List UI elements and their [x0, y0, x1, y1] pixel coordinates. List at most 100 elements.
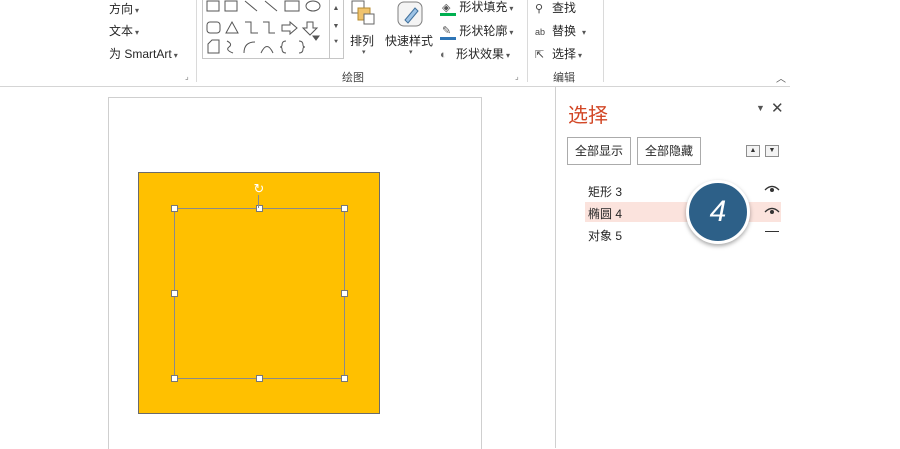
pen-icon: ✎ — [440, 25, 456, 40]
list-item[interactable]: 矩形 3 — [585, 180, 781, 200]
replace-icon: ab — [535, 27, 546, 37]
drawing-group-label: 绘图 — [342, 72, 364, 84]
resize-handle[interactable] — [256, 375, 263, 382]
chevron-down-icon: ▾ — [135, 6, 140, 15]
chevron-down-icon: ▾ — [509, 4, 514, 13]
triangle-down-icon: ▼ — [768, 147, 776, 154]
step-number-badge: 4 — [686, 180, 750, 244]
triangle-shape-icon — [225, 20, 239, 34]
group-separator — [527, 0, 528, 82]
paint-bucket-icon: ◈ — [440, 1, 456, 16]
dialog-launcher-icon[interactable]: ⌟ — [185, 72, 189, 81]
shapes-gallery[interactable] — [202, 0, 330, 59]
arrange-label: 排列 — [350, 34, 375, 48]
scroll-down-icon[interactable]: ▼ — [329, 18, 343, 36]
resize-handle[interactable] — [341, 205, 348, 212]
shape-fill-button[interactable]: ◈ 形状填充 ▾ — [440, 0, 514, 16]
shape-icons — [206, 0, 321, 54]
group-separator — [196, 0, 197, 82]
hidden-dash-icon[interactable] — [765, 231, 779, 232]
chevron-down-icon: ▾ — [362, 49, 366, 56]
textbox-shape-icon — [206, 0, 220, 12]
show-all-button[interactable]: 全部显示 — [567, 137, 632, 165]
arrow-line-shape-icon — [264, 0, 278, 12]
effects-icon: ◐ — [440, 49, 447, 61]
quick-styles-icon — [397, 1, 423, 27]
chevron-down-icon: ▾ — [135, 28, 140, 37]
shapes-gallery-scroll[interactable]: ▲ ▼ ⯆ — [329, 0, 344, 59]
replace-label: 替换 — [552, 24, 577, 38]
resize-handle[interactable] — [171, 290, 178, 297]
eye-icon[interactable] — [764, 206, 780, 216]
dialog-launcher-icon[interactable]: ⌟ — [515, 72, 519, 81]
text-direction-label: 方向 — [109, 2, 134, 16]
align-text-button[interactable]: 文本 ▾ — [109, 22, 139, 39]
resize-handle[interactable] — [341, 375, 348, 382]
quick-styles-label: 快速样式 — [385, 34, 434, 48]
chevron-down-icon: ▾ — [409, 49, 413, 56]
send-backward-button[interactable]: ▼ — [765, 145, 779, 157]
freeform-shape-icon — [226, 40, 234, 54]
chevron-down-icon: ▾ — [509, 28, 514, 37]
resize-handle[interactable] — [341, 290, 348, 297]
rotate-handle-icon[interactable]: ↻ — [252, 182, 266, 196]
rotation-stem — [258, 195, 259, 208]
shape-outline-button[interactable]: ✎ 形状轮廓 ▾ — [440, 22, 514, 40]
shape-fill-label: 形状填充 — [459, 0, 508, 14]
selection-pane-title: 选择 — [568, 105, 608, 127]
expand-gallery-icon[interactable]: ⯆ — [329, 36, 343, 50]
select-button[interactable]: ⇱ 选择 ▾ — [535, 45, 582, 62]
text-direction-button[interactable]: 方向 ▾ — [109, 0, 139, 17]
rounded-rect-shape-icon — [206, 21, 221, 34]
resize-handle[interactable] — [171, 205, 178, 212]
snip-rect-shape-icon — [207, 39, 220, 54]
elbow-arrow-shape-icon — [263, 21, 275, 34]
replace-button[interactable]: ab 替换 ▾ — [535, 22, 586, 39]
oval-shape-icon — [305, 0, 321, 12]
convert-smartart-label: 为 SmartArt — [109, 47, 172, 61]
line-shape-icon — [244, 0, 258, 12]
quick-styles-button[interactable]: 快速样式 ▾ — [385, 0, 437, 62]
align-text-label: 文本 — [109, 24, 134, 38]
scroll-up-icon[interactable]: ▲ — [329, 0, 343, 18]
bring-forward-button[interactable]: ▲ — [746, 145, 760, 157]
arrange-icon — [351, 0, 375, 25]
list-item[interactable]: 对象 5 — [585, 224, 781, 244]
gallery-more-icon — [312, 35, 320, 41]
item-label: 椭圆 4 — [588, 207, 623, 221]
page-margin — [790, 0, 900, 448]
binoculars-icon: ⚲ — [535, 3, 544, 15]
close-icon[interactable]: ✕ — [771, 99, 784, 117]
ellipse-selection-frame[interactable] — [171, 205, 348, 382]
chevron-down-icon: ▾ — [578, 51, 583, 60]
item-label: 对象 5 — [588, 229, 623, 243]
shape-outline-label: 形状轮廓 — [459, 24, 508, 38]
group-separator — [603, 0, 604, 82]
find-label: 查找 — [552, 1, 577, 15]
chevron-down-icon: ▾ — [582, 28, 587, 37]
curve-shape-icon — [260, 46, 274, 54]
right-arrow-shape-icon — [281, 20, 298, 36]
select-label: 选择 — [552, 47, 577, 61]
arrange-button[interactable]: 排列 ▾ — [347, 0, 383, 62]
shape-effects-button[interactable]: ◐ 形状效果 ▾ — [440, 45, 510, 62]
down-arrow-shape-icon — [301, 21, 319, 36]
hide-all-button[interactable]: 全部隐藏 — [637, 137, 702, 165]
item-label: 矩形 3 — [588, 185, 623, 199]
arc-shape-icon — [243, 41, 256, 54]
vertical-textbox-shape-icon — [224, 0, 238, 12]
chevron-down-icon: ▾ — [173, 51, 178, 60]
pane-options-icon[interactable]: ▼ — [756, 103, 765, 113]
editing-group-label: 编辑 — [553, 72, 575, 84]
eye-icon[interactable] — [764, 184, 780, 194]
collapse-ribbon-icon[interactable]: ︿ — [776, 70, 786, 85]
shape-effects-label: 形状效果 — [456, 47, 505, 61]
elbow-connector-shape-icon — [245, 21, 258, 34]
left-brace-shape-icon — [279, 40, 287, 54]
chevron-down-icon: ▾ — [506, 51, 511, 60]
cursor-arrow-icon: ⇱ — [535, 49, 545, 61]
convert-smartart-button[interactable]: 为 SmartArt ▾ — [109, 45, 178, 62]
list-item-selected[interactable]: 椭圆 4 — [585, 202, 781, 222]
resize-handle[interactable] — [171, 375, 178, 382]
find-button[interactable]: ⚲ 查找 — [535, 0, 576, 16]
